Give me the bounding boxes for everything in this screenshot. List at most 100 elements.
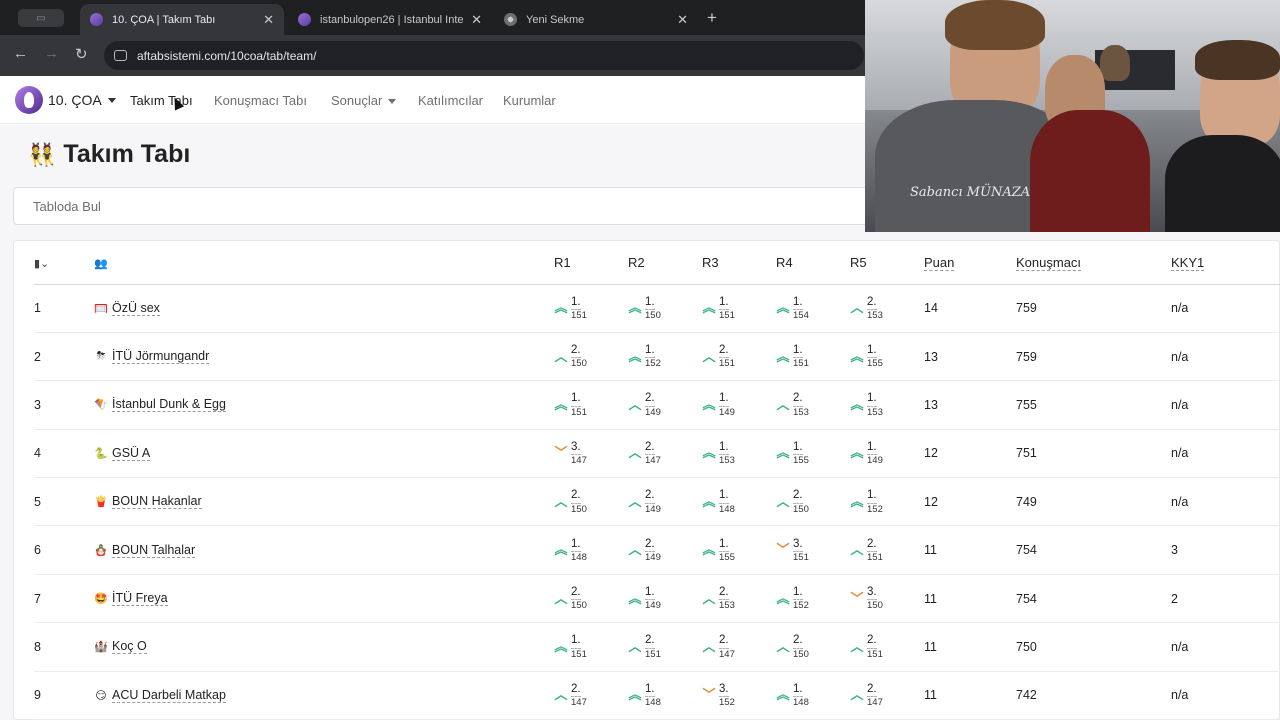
header-r1[interactable]: R1 [554, 241, 628, 285]
tab-group-icon[interactable]: ▭ [18, 9, 64, 27]
round-result[interactable]: ︽ 1. 152 [776, 585, 850, 612]
round-result-cell: ︿ 2. 150 [554, 332, 628, 382]
round-result[interactable]: ︿ 2. 153 [702, 585, 776, 612]
rank-cell: 1 [34, 284, 94, 333]
result-values: 3. 152 [719, 682, 735, 709]
round-result[interactable]: ︿ 2. 149 [628, 537, 702, 564]
speaker-value: 742 [1016, 688, 1037, 703]
header-r5[interactable]: R5 [850, 241, 924, 285]
round-result[interactable]: ︿ 2. 147 [628, 440, 702, 467]
round-result[interactable]: ︽ 1. 151 [776, 343, 850, 370]
round-result[interactable]: ︽ 1. 153 [702, 440, 776, 467]
team-name[interactable]: BOUN Talhalar [112, 543, 196, 558]
round-result[interactable]: ︽ 1. 155 [776, 440, 850, 467]
round-result[interactable]: ︽ 1. 151 [554, 295, 628, 322]
team-name[interactable]: ÖzÜ sex [112, 301, 160, 316]
rank-sort-header[interactable]: ▮⌄ [34, 241, 94, 285]
round-result[interactable]: ︽ 1. 151 [554, 633, 628, 660]
team-name[interactable]: Koç O [112, 639, 147, 655]
round-result[interactable]: ︽ 1. 149 [850, 440, 924, 467]
points-value: 11 [924, 591, 937, 606]
points-cell: 12 [924, 477, 1016, 527]
round-result[interactable]: ﹀ 3. 151 [776, 537, 850, 564]
team-name[interactable]: İTÜ Freya [112, 591, 168, 607]
round-result[interactable]: ︽ 1. 153 [850, 391, 924, 418]
header-r3[interactable]: R3 [702, 241, 776, 285]
team-name[interactable]: İTÜ Jörmungandr [112, 349, 210, 365]
nav-link-institutions[interactable]: Kurumlar [503, 93, 556, 108]
nav-link-speaker-tab[interactable]: Konuşmacı Tabı [214, 93, 307, 108]
round-result[interactable]: ︽ 1. 148 [776, 682, 850, 709]
double-chevron-up-icon: ︽ [702, 300, 716, 316]
browser-tab-1[interactable]: 10. ÇOA | Takım Tabı ✕ [80, 4, 284, 35]
round-result[interactable]: ︽ 1. 148 [554, 537, 628, 564]
header-kky1[interactable]: KKY1 [1171, 241, 1280, 285]
round-result[interactable]: ︿ 2. 147 [702, 633, 776, 660]
round-result[interactable]: ︿ 2. 147 [850, 682, 924, 709]
nav-link-results[interactable]: Sonuçlar [331, 93, 397, 108]
round-result[interactable]: ︿ 2. 150 [554, 585, 628, 612]
result-values: 3. 150 [867, 585, 883, 612]
new-tab-icon[interactable]: + [707, 8, 717, 28]
result-values: 1. 155 [793, 440, 809, 467]
points-cell: 12 [924, 429, 1016, 479]
round-result[interactable]: ︿ 2. 147 [554, 682, 628, 709]
reload-icon[interactable]: ↻ [75, 45, 88, 63]
speaker-cell: 759 [1016, 284, 1171, 333]
header-points[interactable]: Puan [924, 241, 1016, 285]
round-result[interactable]: ︽ 1. 151 [554, 391, 628, 418]
site-info-icon[interactable] [114, 50, 127, 61]
round-result[interactable]: ︽ 1. 151 [702, 295, 776, 322]
round-result[interactable]: ︿ 2. 149 [628, 391, 702, 418]
close-tab-icon[interactable]: ✕ [677, 12, 688, 28]
result-speaks: 150 [645, 309, 661, 321]
round-result[interactable]: ︽ 1. 155 [850, 343, 924, 370]
team-name[interactable]: İstanbul Dunk & Egg [112, 397, 226, 413]
forward-arrow-icon[interactable]: → [44, 45, 59, 62]
round-result[interactable]: ︽ 1. 148 [702, 488, 776, 515]
round-result[interactable]: ︿ 2. 153 [850, 295, 924, 322]
round-result[interactable]: ﹀ 3. 152 [702, 682, 776, 709]
close-tab-icon[interactable]: ✕ [471, 12, 482, 28]
team-name[interactable]: BOUN Hakanlar [112, 494, 202, 510]
round-result[interactable]: ︿ 2. 153 [776, 391, 850, 418]
team-header[interactable]: 👥 [94, 241, 554, 285]
round-result[interactable]: ︿ 2. 151 [702, 343, 776, 370]
round-result[interactable]: ︿ 2. 151 [850, 537, 924, 564]
round-result[interactable]: ︽ 1. 152 [850, 488, 924, 515]
browser-tab-3[interactable]: Yeni Sekme ✕ [494, 4, 698, 35]
header-r4[interactable]: R4 [776, 241, 850, 285]
round-result[interactable]: ︿ 2. 150 [776, 633, 850, 660]
result-values: 2. 153 [793, 391, 809, 418]
round-result[interactable]: ︿ 2. 151 [628, 633, 702, 660]
round-result[interactable]: ︽ 1. 149 [702, 391, 776, 418]
round-result[interactable]: ︽ 1. 155 [702, 537, 776, 564]
header-r2[interactable]: R2 [628, 241, 702, 285]
round-result[interactable]: ︿ 2. 150 [776, 488, 850, 515]
browser-tab-2[interactable]: istanbulopen26 | Istanbul Inte ✕ [288, 4, 492, 35]
round-result[interactable]: ︽ 1. 149 [628, 585, 702, 612]
address-bar[interactable]: aftabsistemi.com/10coa/tab/team/ [104, 41, 864, 70]
result-speaks: 147 [645, 455, 661, 467]
round-result[interactable]: ︽ 1. 154 [776, 295, 850, 322]
round-result[interactable]: ︿ 2. 149 [628, 488, 702, 515]
round-result[interactable]: ︿ 2. 151 [850, 633, 924, 660]
round-result[interactable]: ︿ 2. 150 [554, 343, 628, 370]
rank-cell: 4 [34, 429, 94, 479]
close-tab-icon[interactable]: ✕ [263, 12, 274, 28]
speaker-cell: 755 [1016, 380, 1171, 430]
header-speaker[interactable]: Konuşmacı [1016, 241, 1171, 285]
team-name[interactable]: GSÜ A [112, 446, 151, 461]
brand-dropdown[interactable]: 10. ÇOA [15, 86, 116, 114]
round-result[interactable]: ﹀ 3. 150 [850, 585, 924, 612]
round-result[interactable]: ﹀ 3. 147 [554, 440, 628, 467]
round-result[interactable]: ︽ 1. 152 [628, 343, 702, 370]
round-result[interactable]: ︿ 2. 150 [554, 488, 628, 515]
kky1-cell: n/a [1171, 477, 1280, 527]
team-name[interactable]: ACU Darbeli Matkap [112, 688, 226, 703]
back-arrow-icon[interactable]: ← [13, 45, 28, 62]
round-result[interactable]: ︽ 1. 150 [628, 295, 702, 322]
nav-link-participants[interactable]: Katılımcılar [418, 93, 483, 108]
result-position: 2. [571, 682, 581, 698]
round-result[interactable]: ︽ 1. 148 [628, 682, 702, 709]
